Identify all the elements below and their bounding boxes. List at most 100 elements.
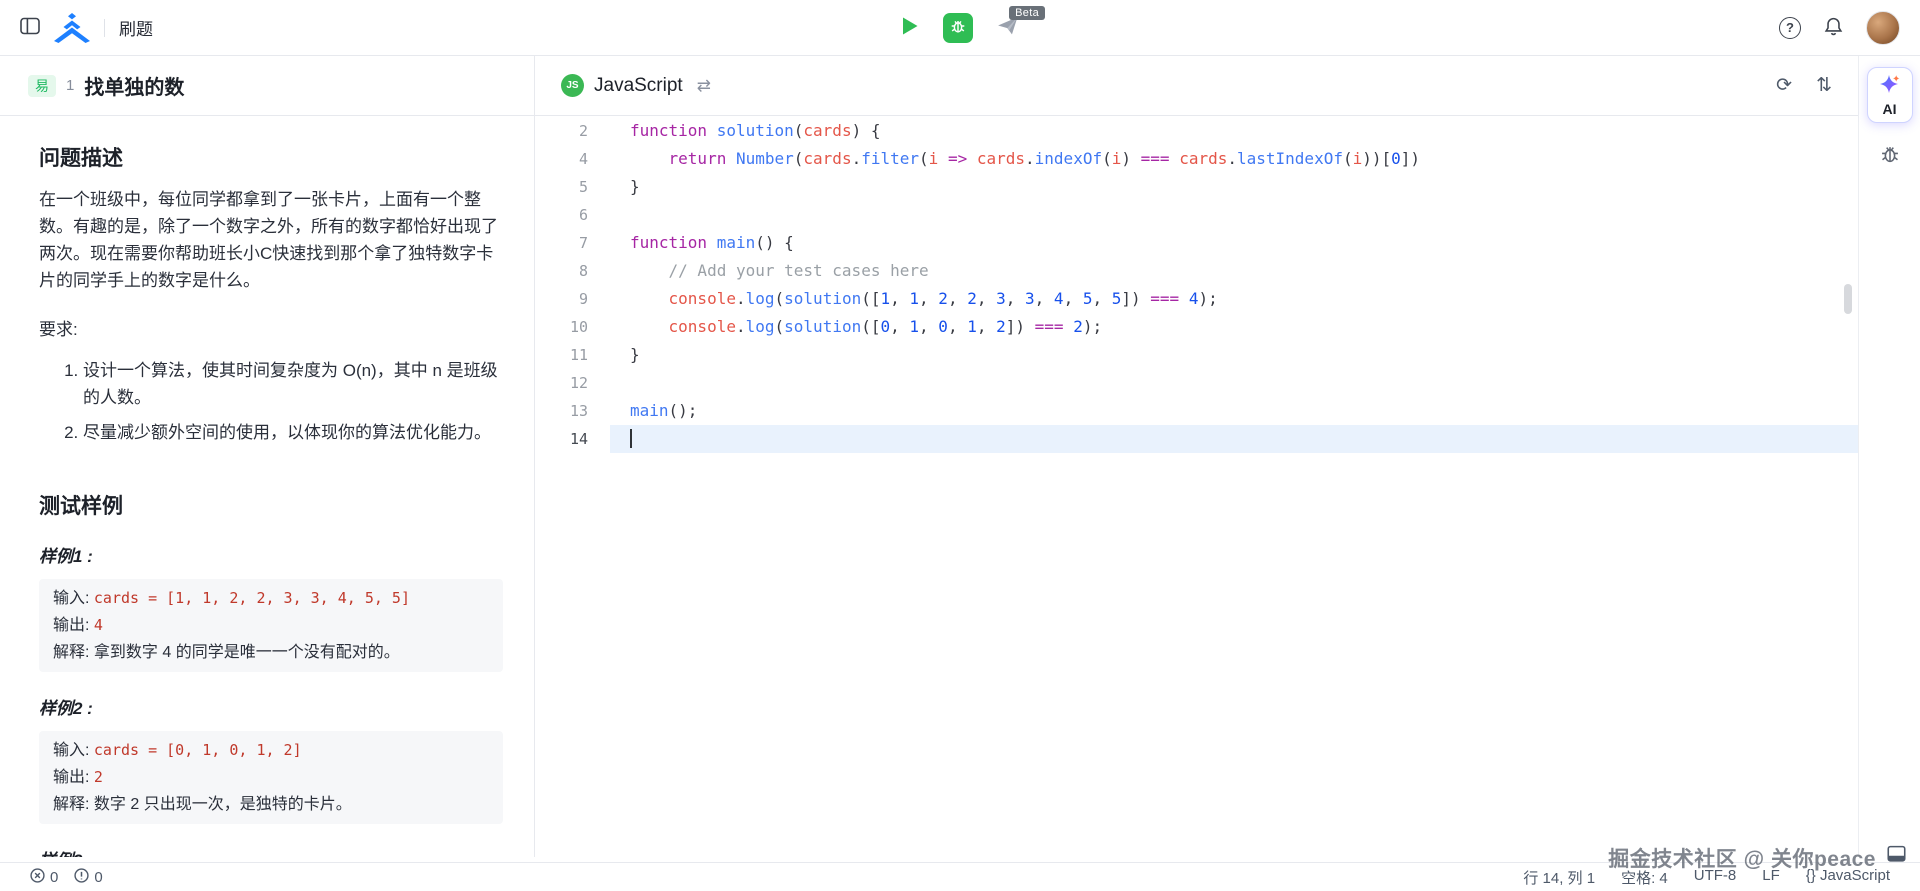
samples-heading: 测试样例: [39, 490, 503, 520]
code-editor[interactable]: 2function solution(cards) {4 return Numb…: [535, 116, 1858, 857]
sidebar-toggle-button[interactable]: [20, 17, 40, 38]
editor-header: JS JavaScript ⇄ ⟳ ⇅: [535, 56, 1858, 116]
code-text: [610, 201, 1858, 229]
requirements-label: 要求:: [39, 316, 503, 343]
sample-2-input: 输入: cards = [0, 1, 0, 1, 2]: [53, 737, 489, 764]
line-number[interactable]: 2: [535, 117, 610, 145]
play-icon: [901, 16, 919, 39]
topbar: 刷题 Beta ?: [0, 0, 1920, 56]
code-text: main();: [610, 397, 1858, 425]
line-number[interactable]: 11: [535, 341, 610, 369]
bell-icon: [1823, 16, 1844, 40]
line-number[interactable]: 4: [535, 145, 610, 173]
submit-button[interactable]: Beta: [997, 16, 1019, 39]
code-text: [610, 369, 1858, 397]
sample-1-block: 输入: cards = [1, 1, 2, 2, 3, 3, 4, 5, 5] …: [39, 579, 503, 672]
eol-setting[interactable]: LF: [1762, 867, 1780, 888]
sample-1-output: 输出: 4: [53, 612, 489, 639]
problem-panel: 易 1 找单独的数 问题描述 在一个班级中，每位同学都拿到了一张卡片，上面有一个…: [0, 56, 535, 857]
code-line[interactable]: 10 console.log(solution([0, 1, 0, 1, 2])…: [535, 313, 1858, 341]
warning-circle-icon: [74, 868, 89, 887]
beta-badge: Beta: [1009, 6, 1045, 20]
code-line[interactable]: 7function main() {: [535, 229, 1858, 257]
error-circle-icon: [30, 868, 45, 887]
debug-button[interactable]: [943, 13, 973, 43]
juejin-logo[interactable]: [54, 13, 90, 43]
requirements-list: 设计一个算法，使其时间复杂度为 O(n)，其中 n 是班级的人数。尽量减少额外空…: [39, 357, 503, 446]
description-heading: 问题描述: [39, 142, 503, 172]
run-button[interactable]: [901, 16, 919, 39]
line-number[interactable]: 5: [535, 173, 610, 201]
sample-3-label-clipped: 样例3 :: [39, 846, 503, 857]
toggle-bottom-panel-button[interactable]: [1887, 845, 1906, 866]
code-text: [610, 425, 1858, 453]
sample-2-output: 输出: 2: [53, 764, 489, 791]
ai-sparkle-icon: [1880, 74, 1900, 99]
code-line[interactable]: 11}: [535, 341, 1858, 369]
cursor-position[interactable]: 行 14, 列 1: [1523, 867, 1595, 888]
help-icon: ?: [1779, 17, 1801, 39]
warnings-indicator[interactable]: 0: [74, 868, 102, 887]
line-number[interactable]: 12: [535, 369, 610, 397]
code-line[interactable]: 2function solution(cards) {: [535, 117, 1858, 145]
line-number[interactable]: 6: [535, 201, 610, 229]
editor-scrollbar-thumb[interactable]: [1844, 284, 1852, 314]
code-line[interactable]: 5}: [535, 173, 1858, 201]
code-text: console.log(solution([1, 1, 2, 2, 3, 3, …: [610, 285, 1858, 313]
encoding-setting[interactable]: UTF-8: [1694, 867, 1737, 888]
sample-2-block: 输入: cards = [0, 1, 0, 1, 2] 输出: 2 解释: 数字…: [39, 731, 503, 824]
compare-code-icon[interactable]: ⇅: [1816, 74, 1832, 97]
line-number[interactable]: 7: [535, 229, 610, 257]
ai-assistant-button[interactable]: AI: [1867, 67, 1913, 123]
text-cursor: [630, 429, 632, 448]
code-line[interactable]: 8 // Add your test cases here: [535, 257, 1858, 285]
code-line[interactable]: 12: [535, 369, 1858, 397]
code-line[interactable]: 6: [535, 201, 1858, 229]
warning-count: 0: [94, 869, 102, 886]
app-section-label[interactable]: 刷题: [119, 15, 153, 40]
sample-1-label: 样例1 :: [39, 542, 503, 567]
code-text: // Add your test cases here: [610, 257, 1858, 285]
code-line[interactable]: 14: [535, 425, 1858, 453]
switch-language-icon[interactable]: ⇄: [697, 76, 711, 96]
problem-title: 找单独的数: [84, 71, 184, 100]
line-number[interactable]: 13: [535, 397, 610, 425]
errors-indicator[interactable]: 0: [30, 868, 58, 887]
javascript-file-icon: JS: [561, 74, 584, 97]
debug-panel-button[interactable]: [1879, 143, 1901, 168]
topbar-divider: [104, 19, 105, 37]
sample-1-explain: 解释: 拿到数字 4 的同学是唯一一个没有配对的。: [53, 639, 489, 666]
line-number[interactable]: 8: [535, 257, 610, 285]
code-line[interactable]: 4 return Number(cards.filter(i => cards.…: [535, 145, 1858, 173]
problem-description: 在一个班级中，每位同学都拿到了一张卡片，上面有一个整数。有趣的是，除了一个数字之…: [39, 186, 503, 294]
problem-content-scroll[interactable]: 问题描述 在一个班级中，每位同学都拿到了一张卡片，上面有一个整数。有趣的是，除了…: [0, 116, 534, 857]
paper-plane-icon: [997, 24, 1019, 39]
requirement-item: 设计一个算法，使其时间复杂度为 O(n)，其中 n 是班级的人数。: [83, 357, 503, 411]
reset-code-icon[interactable]: ⟳: [1776, 74, 1792, 97]
code-text: function main() {: [610, 229, 1858, 257]
help-button[interactable]: ?: [1779, 17, 1801, 39]
line-number[interactable]: 14: [535, 425, 610, 453]
sample-2-label: 样例2 :: [39, 694, 503, 719]
user-avatar[interactable]: [1866, 11, 1900, 45]
editor-language-label: JavaScript: [594, 75, 683, 97]
code-line[interactable]: 9 console.log(solution([1, 1, 2, 2, 3, 3…: [535, 285, 1858, 313]
code-text: function solution(cards) {: [610, 117, 1858, 145]
notifications-button[interactable]: [1823, 16, 1844, 40]
difficulty-badge: 易: [28, 75, 56, 97]
indentation-setting[interactable]: 空格: 4: [1621, 867, 1668, 888]
line-number[interactable]: 10: [535, 313, 610, 341]
requirement-item: 尽量减少额外空间的使用，以体现你的算法优化能力。: [83, 419, 503, 446]
sample-2-explain: 解释: 数字 2 只出现一次，是独特的卡片。: [53, 791, 489, 818]
code-text: return Number(cards.filter(i => cards.in…: [610, 145, 1858, 173]
line-number[interactable]: 9: [535, 285, 610, 313]
sample-1-input: 输入: cards = [1, 1, 2, 2, 3, 3, 4, 5, 5]: [53, 585, 489, 612]
code-line[interactable]: 13main();: [535, 397, 1858, 425]
language-mode[interactable]: {} JavaScript: [1806, 867, 1890, 888]
editor-panel: JS JavaScript ⇄ ⟳ ⇅ 2function solution(c…: [535, 56, 1858, 857]
problem-index: 1: [66, 77, 74, 94]
code-text: }: [610, 341, 1858, 369]
code-text: console.log(solution([0, 1, 0, 1, 2]) ==…: [610, 313, 1858, 341]
error-count: 0: [50, 869, 58, 886]
code-text: }: [610, 173, 1858, 201]
